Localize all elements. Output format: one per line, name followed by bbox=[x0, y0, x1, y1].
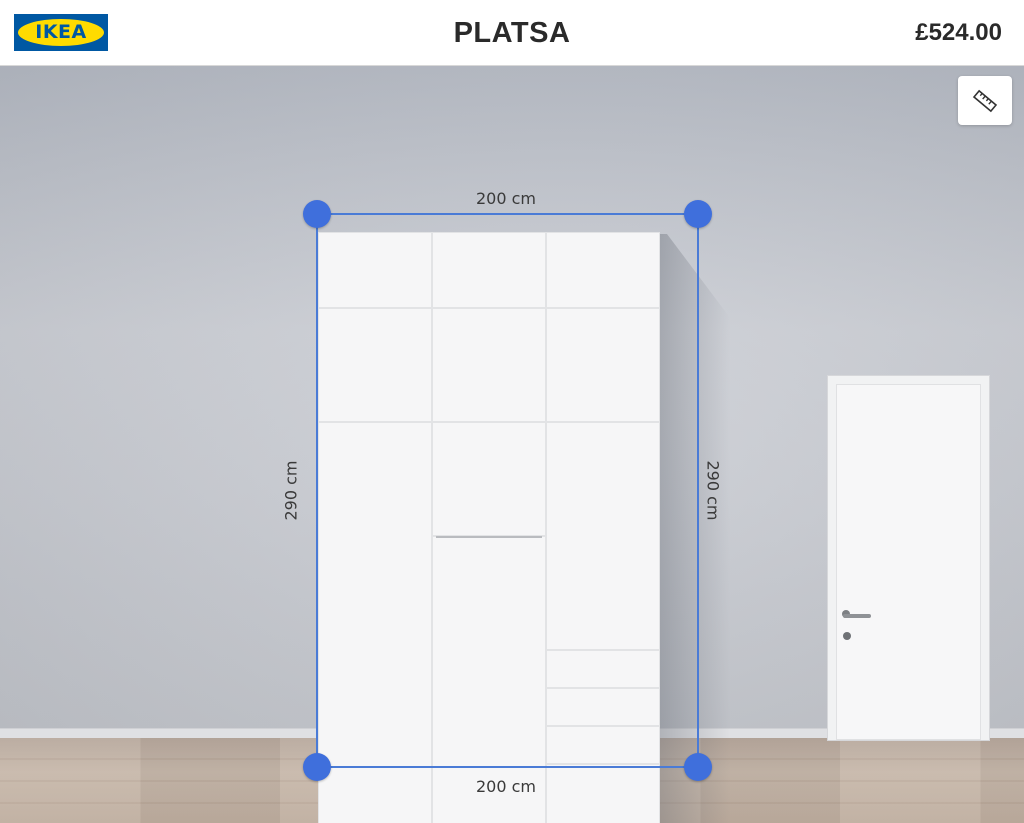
wardrobe-door-upper-right[interactable] bbox=[546, 308, 660, 422]
wardrobe-door-top-right[interactable] bbox=[546, 232, 660, 308]
wardrobe-door-mid-middle[interactable] bbox=[432, 422, 546, 536]
logo-oval: IKEA bbox=[18, 19, 104, 46]
wardrobe-plinth-right bbox=[546, 764, 660, 823]
wardrobe-drawer-2[interactable] bbox=[546, 688, 660, 726]
top-bar: IKEA PLATSA £524.00 bbox=[0, 0, 1024, 66]
wardrobe-shadow bbox=[660, 234, 730, 823]
resize-handle-bottom-right[interactable] bbox=[684, 753, 712, 781]
wardrobe-drawer-1[interactable] bbox=[546, 650, 660, 688]
width-label-top: 200 cm bbox=[476, 189, 537, 208]
measure-line-left bbox=[316, 214, 318, 767]
wardrobe-door-upper-left[interactable] bbox=[318, 308, 432, 422]
wardrobe-door-top-middle[interactable] bbox=[432, 232, 546, 308]
wardrobe-door-handle bbox=[436, 536, 542, 538]
door-keyhole bbox=[843, 632, 851, 640]
door-handle bbox=[843, 614, 871, 618]
height-label-left: 290 cm bbox=[281, 460, 301, 521]
product-price: £524.00 bbox=[915, 19, 1002, 46]
measure-line-top bbox=[317, 213, 698, 215]
measure-line-right bbox=[697, 214, 699, 767]
wardrobe-door-upper-middle[interactable] bbox=[432, 308, 546, 422]
resize-handle-top-left[interactable] bbox=[303, 200, 331, 228]
logo-text: IKEA bbox=[35, 21, 87, 43]
wardrobe-door-lower-left[interactable] bbox=[318, 422, 432, 823]
ikea-logo[interactable]: IKEA bbox=[14, 14, 108, 51]
measure-button[interactable] bbox=[958, 76, 1012, 125]
ruler-icon bbox=[972, 89, 998, 112]
resize-handle-bottom-left[interactable] bbox=[303, 753, 331, 781]
wardrobe-door-lower-right[interactable] bbox=[546, 422, 660, 650]
wardrobe-door-top-left[interactable] bbox=[318, 232, 432, 308]
resize-handle-top-right[interactable] bbox=[684, 200, 712, 228]
height-label-right: 290 cm bbox=[703, 460, 723, 521]
room-door bbox=[836, 384, 981, 740]
width-label-bottom: 200 cm bbox=[476, 777, 537, 796]
measure-line-bottom bbox=[317, 766, 698, 768]
wardrobe-platsa[interactable] bbox=[318, 232, 660, 823]
room-scene[interactable]: 200 cm 200 cm 290 cm 290 cm bbox=[0, 66, 1024, 823]
wardrobe-drawer-3[interactable] bbox=[546, 726, 660, 764]
product-title: PLATSA bbox=[453, 16, 571, 49]
